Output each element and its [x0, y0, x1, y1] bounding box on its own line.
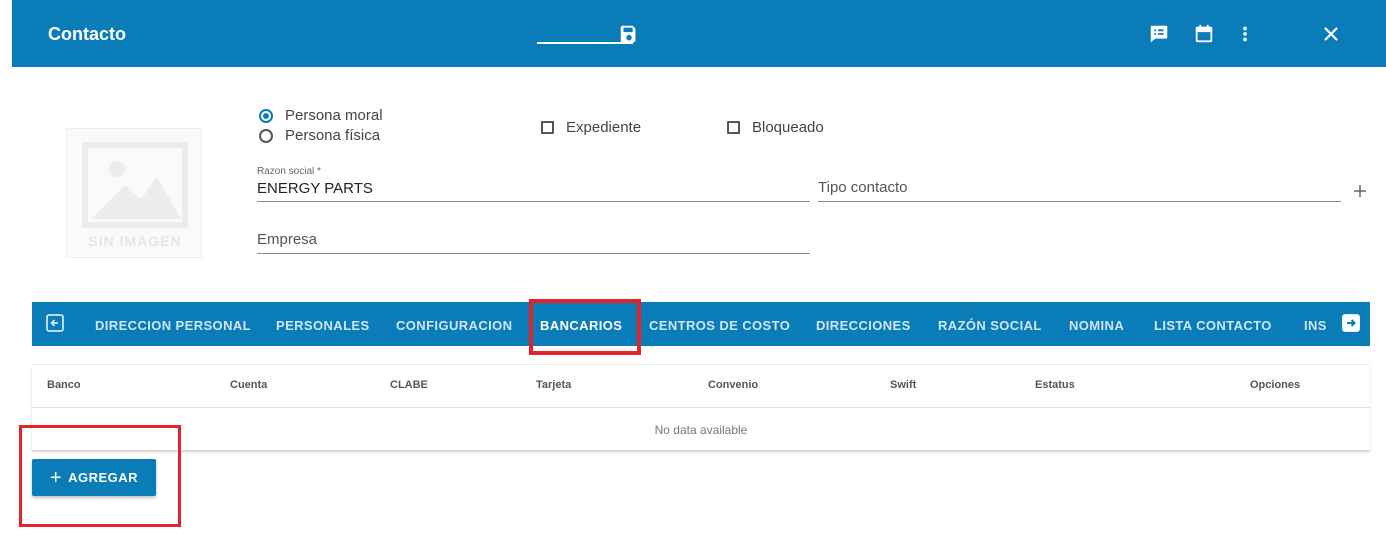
bank-accounts-table: Banco Cuenta CLABE Tarjeta Convenio Swif… [32, 364, 1370, 450]
tab-nomina[interactable]: NOMINA [1069, 318, 1124, 333]
radio-button[interactable] [259, 128, 273, 143]
more-vert-icon[interactable] [1234, 23, 1256, 45]
checkbox-label: Expediente [566, 119, 642, 136]
checkbox[interactable] [541, 121, 554, 134]
tab-scroll-right-icon[interactable] [1342, 314, 1360, 332]
tab-scroll-left-icon[interactable] [46, 314, 64, 332]
close-icon[interactable] [1320, 23, 1342, 45]
column-header-cuenta[interactable]: Cuenta [230, 379, 267, 391]
table-header-divider [32, 407, 1370, 408]
add-tipo-contacto-icon[interactable] [1352, 183, 1368, 199]
tab-ins[interactable]: INS [1304, 318, 1330, 333]
radio-persona-moral[interactable]: Persona moral [259, 107, 383, 124]
tipo-contacto-placeholder: Tipo contacto [818, 179, 908, 196]
checkbox-bloqueado[interactable]: Bloqueado [727, 119, 824, 136]
tab-direcciones[interactable]: DIRECCIONES [816, 318, 911, 333]
image-placeholder-icon [82, 142, 188, 228]
tipo-contacto-field[interactable]: Tipo contacto [818, 172, 1341, 202]
column-header-banco[interactable]: Banco [47, 379, 81, 391]
contact-image-placeholder[interactable]: SIN IMAGEN [66, 128, 202, 258]
notes-icon[interactable] [1148, 23, 1170, 45]
tab-personales[interactable]: PERSONALES [276, 318, 370, 333]
calendar-icon[interactable] [1193, 23, 1215, 45]
add-bank-account-button[interactable]: + AGREGAR [32, 459, 156, 496]
checkbox-expediente[interactable]: Expediente [541, 119, 641, 136]
column-header-swift[interactable]: Swift [890, 379, 916, 391]
active-tab-indicator [537, 42, 633, 44]
radio-persona-fisica[interactable]: Persona física [259, 127, 380, 144]
razon-social-value[interactable]: ENERGY PARTS [257, 180, 373, 197]
column-header-convenio[interactable]: Convenio [708, 379, 758, 391]
app-header: Contacto [12, 0, 1386, 67]
tab-direccion-personal[interactable]: DIRECCION PERSONAL [95, 318, 251, 333]
tab-lista-contacto[interactable]: LISTA CONTACTO [1154, 318, 1272, 333]
tab-razon-social[interactable]: RAZÓN SOCIAL [938, 318, 1042, 333]
radio-label: Persona física [285, 127, 381, 144]
radio-label: Persona moral [285, 107, 383, 124]
column-header-estatus[interactable]: Estatus [1035, 379, 1075, 391]
razon-social-field[interactable]: Razon social * ENERGY PARTS [257, 166, 810, 202]
add-button-label: AGREGAR [68, 470, 139, 485]
checkbox-label: Bloqueado [752, 119, 824, 136]
razon-social-label: Razon social * [257, 166, 321, 177]
tab-bancarios[interactable]: BANCARIOS [540, 318, 622, 333]
checkbox[interactable] [727, 121, 740, 134]
table-empty-message: No data available [654, 423, 748, 437]
tab-configuracion[interactable]: CONFIGURACION [396, 318, 512, 333]
image-placeholder-text: SIN IMAGEN [88, 233, 182, 249]
window-title: Contacto [48, 24, 126, 44]
radio-button[interactable] [259, 108, 273, 123]
column-header-clabe[interactable]: CLABE [390, 379, 428, 391]
column-header-tarjeta[interactable]: Tarjeta [536, 379, 571, 391]
empresa-field[interactable]: Empresa [257, 224, 810, 254]
tab-centros-de-costo[interactable]: CENTROS DE COSTO [649, 318, 790, 333]
column-header-opciones[interactable]: Opciones [1250, 379, 1300, 391]
plus-icon: + [49, 466, 63, 489]
tab-bar: DIRECCION PERSONAL PERSONALES CONFIGURAC… [32, 302, 1370, 346]
empresa-placeholder: Empresa [257, 231, 318, 248]
